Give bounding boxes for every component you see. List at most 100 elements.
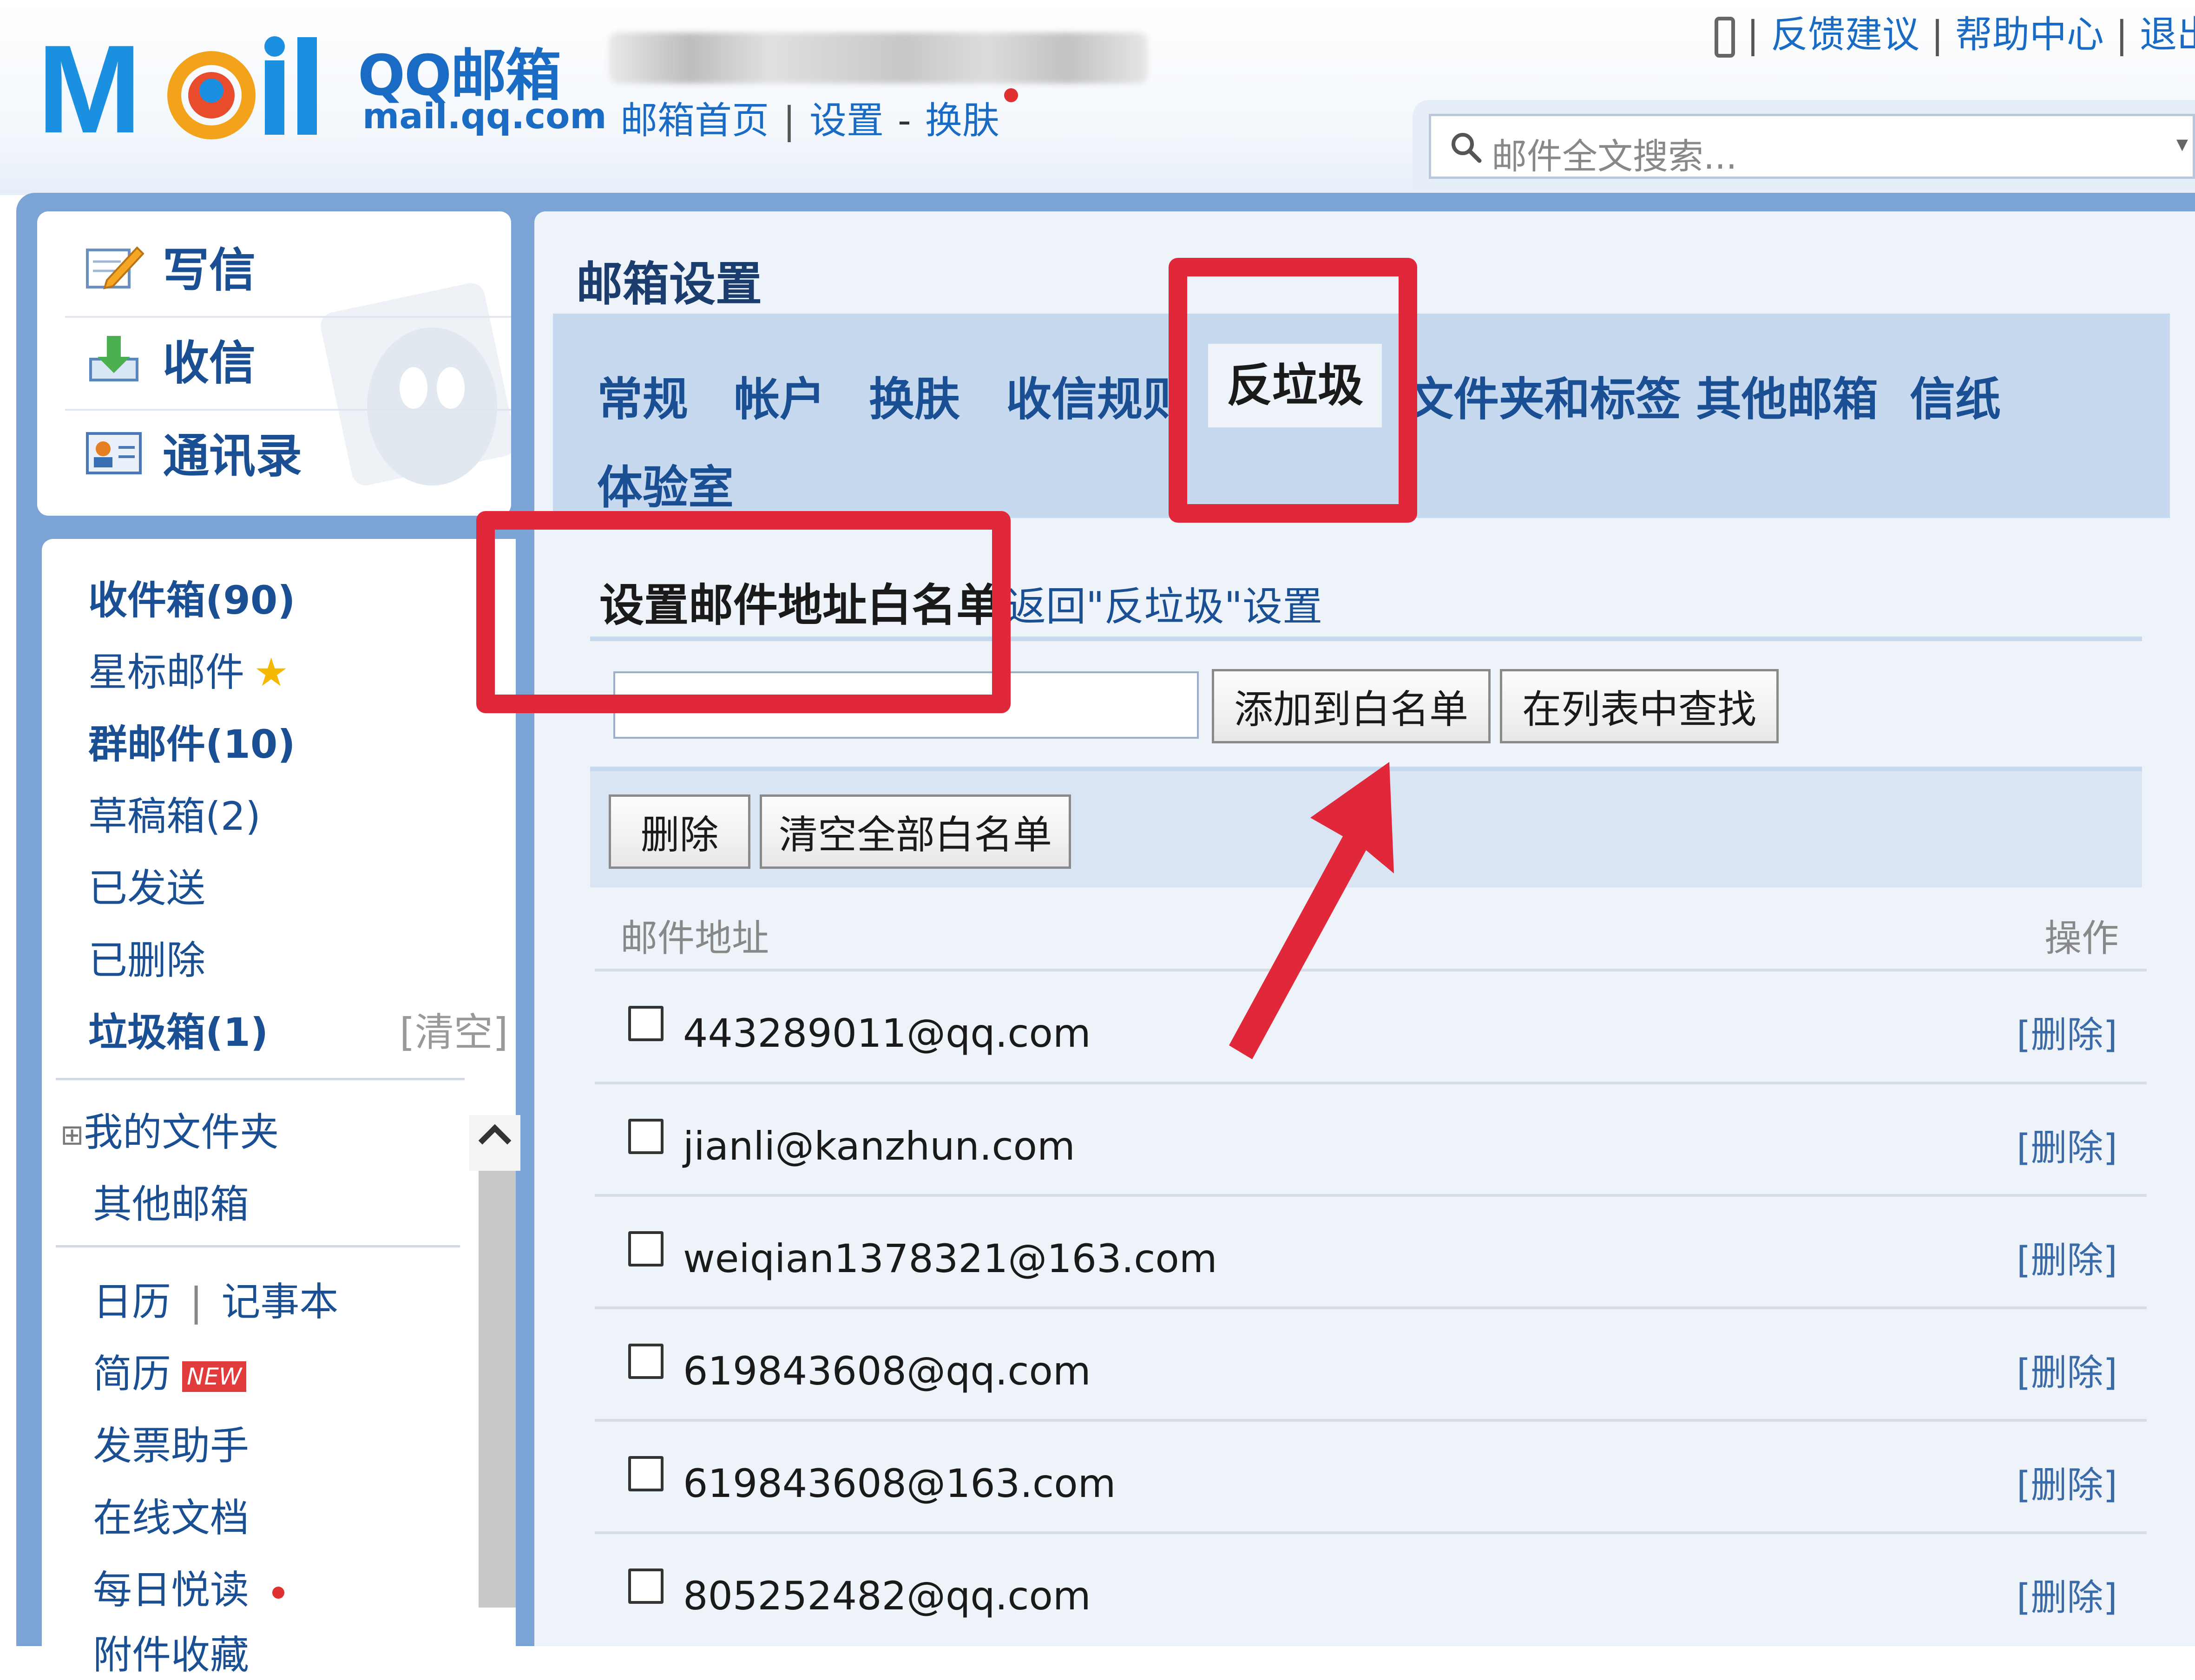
separator: | <box>190 1279 203 1325</box>
tab-general[interactable]: 常规 <box>597 362 688 428</box>
folder-deleted[interactable]: 已删除 <box>88 929 205 985</box>
divider <box>65 409 511 411</box>
feedback-link[interactable]: 反馈建议 <box>1771 13 1919 56</box>
docs-link[interactable]: 在线文档 <box>93 1487 249 1543</box>
penguin-watermark-icon <box>321 283 511 486</box>
row-delete-link[interactable]: [删除] <box>2017 1344 2117 1396</box>
row-checkbox[interactable] <box>628 1456 664 1491</box>
contacts-button[interactable]: 通讯录 <box>84 418 302 486</box>
row-delete-link[interactable]: [删除] <box>2017 1568 2117 1621</box>
row-delete-link[interactable]: [删除] <box>2017 1006 2117 1058</box>
resume-label: 简历 <box>93 1351 171 1397</box>
invoice-link[interactable]: 发票助手 <box>93 1415 249 1471</box>
spam-clear-link[interactable]: [清空] <box>400 1001 508 1057</box>
contacts-card-icon <box>86 432 142 474</box>
divider <box>65 316 511 318</box>
search-input[interactable]: 邮件全文搜索... ▾ <box>1429 114 2195 179</box>
resume-link[interactable]: 简历 NEW <box>93 1343 247 1399</box>
nav-settings-link[interactable]: 设置 <box>809 99 884 142</box>
folder-drafts[interactable]: 草稿箱(2) <box>88 785 261 841</box>
red-arrow-icon <box>1229 762 1394 1059</box>
link-separator: | <box>1931 13 1944 56</box>
calendar-link[interactable]: 日历 <box>93 1279 171 1325</box>
compose-label: 写信 <box>163 243 256 297</box>
add-to-whitelist-button[interactable]: 添加到白名单 <box>1212 669 1491 743</box>
search-placeholder: 邮件全文搜索... <box>1492 136 1737 177</box>
folder-spam[interactable]: 垃圾箱(1) <box>88 1001 268 1057</box>
find-in-list-button[interactable]: 在列表中查找 <box>1500 669 1779 743</box>
folder-panel <box>42 539 516 1646</box>
tab-folders-labels[interactable]: 文件夹和标签 <box>1408 362 1681 428</box>
row-delete-link[interactable]: [删除] <box>2017 1231 2117 1283</box>
row-checkbox[interactable] <box>628 1006 664 1041</box>
tab-stationery[interactable]: 信纸 <box>1910 362 2001 428</box>
column-email-address: 邮件地址 <box>620 917 769 960</box>
daily-read-label: 每日悦读 <box>93 1567 250 1613</box>
row-checkbox[interactable] <box>628 1568 664 1604</box>
row-checkbox[interactable] <box>628 1119 664 1154</box>
divider <box>595 1419 2147 1422</box>
expand-plus-icon[interactable]: ⊞ <box>60 1119 84 1151</box>
folder-group[interactable]: 群邮件(10) <box>88 713 296 769</box>
notification-dot <box>272 1587 285 1599</box>
top-nav: 邮箱首页 | 设置 - 换肤 <box>620 88 1018 144</box>
new-badge: NEW <box>182 1361 247 1392</box>
link-separator: | <box>2115 13 2128 56</box>
header: M QQ邮箱 mail.qq.com 邮箱首页 | 设置 - 换肤 | 反馈建议 | 帮助中心… <box>0 0 2195 195</box>
row-checkbox[interactable] <box>628 1344 664 1379</box>
compose-button[interactable]: 写信 <box>84 232 256 300</box>
clear-whitelist-button[interactable]: 清空全部白名单 <box>760 794 1071 869</box>
sidebar-scrollbar[interactable] <box>479 1134 516 1608</box>
row-checkbox[interactable] <box>628 1231 664 1267</box>
whitelist-email: 619843608@qq.com <box>683 1348 1091 1394</box>
phone-icon[interactable] <box>1715 17 1735 58</box>
my-folders-toggle[interactable]: ⊞我的文件夹 <box>60 1101 279 1157</box>
chevron-down-icon[interactable]: ▾ <box>2176 130 2188 157</box>
divider <box>595 1194 2147 1197</box>
my-folders-label: 我的文件夹 <box>84 1109 279 1155</box>
link-separator: | <box>1747 13 1759 56</box>
divider <box>56 1078 465 1080</box>
folder-starred-label: 星标邮件 <box>88 650 245 695</box>
tab-skin[interactable]: 换肤 <box>869 362 960 428</box>
back-to-antispam-link[interactable]: 返回"反垃圾"设置 <box>1006 574 1322 632</box>
column-actions: 操作 <box>2044 917 2119 960</box>
receive-label: 收信 <box>163 336 256 390</box>
whitelist-email: jianli@kanzhun.com <box>683 1123 1075 1169</box>
tab-other-mailboxes[interactable]: 其他邮箱 <box>1696 362 1878 428</box>
contacts-label: 通讯录 <box>163 429 302 483</box>
user-name-blurred <box>609 33 1148 84</box>
top-links: | 反馈建议 | 帮助中心 | 退出 <box>1715 5 2195 59</box>
inbox-download-icon <box>89 335 138 381</box>
help-link[interactable]: 帮助中心 <box>1955 13 2104 56</box>
row-delete-link[interactable]: [删除] <box>2017 1456 2117 1508</box>
nav-skin-link[interactable]: 换肤 <box>925 99 999 142</box>
mail-logo[interactable]: M <box>37 28 344 144</box>
nav-home-link[interactable]: 邮箱首页 <box>620 99 769 142</box>
whitelist-email: 443289011@qq.com <box>683 1011 1091 1056</box>
tab-account[interactable]: 帐户 <box>734 362 825 428</box>
row-delete-link[interactable]: [删除] <box>2017 1119 2117 1171</box>
notification-dot <box>1004 88 1018 102</box>
other-mailboxes-link[interactable]: 其他邮箱 <box>93 1173 249 1229</box>
nav-separator: | <box>783 99 795 142</box>
divider <box>56 1245 460 1247</box>
page-title: 邮箱设置 <box>576 257 762 311</box>
notes-link[interactable]: 记事本 <box>221 1279 338 1325</box>
tab-rules[interactable]: 收信规则 <box>1006 362 1188 428</box>
daily-read-link[interactable]: 每日悦读 <box>93 1559 285 1615</box>
folder-starred[interactable]: 星标邮件 ★ <box>88 641 289 697</box>
highlight-box-antispam-tab <box>1169 258 1417 523</box>
tab-lab[interactable]: 体验室 <box>597 451 734 517</box>
logout-link[interactable]: 退出 <box>2140 13 2195 56</box>
highlight-box-whitelist-title <box>476 511 1011 713</box>
divider <box>595 1306 2147 1309</box>
whitelist-email: 619843608@163.com <box>683 1461 1116 1506</box>
folder-inbox[interactable]: 收件箱(90) <box>88 569 296 625</box>
divider <box>595 1082 2147 1084</box>
receive-button[interactable]: 收信 <box>84 325 256 393</box>
delete-button[interactable]: 删除 <box>609 794 750 869</box>
attachments-link[interactable]: 附件收藏 <box>93 1624 249 1680</box>
star-icon: ★ <box>254 650 289 695</box>
folder-sent[interactable]: 已发送 <box>88 857 205 913</box>
